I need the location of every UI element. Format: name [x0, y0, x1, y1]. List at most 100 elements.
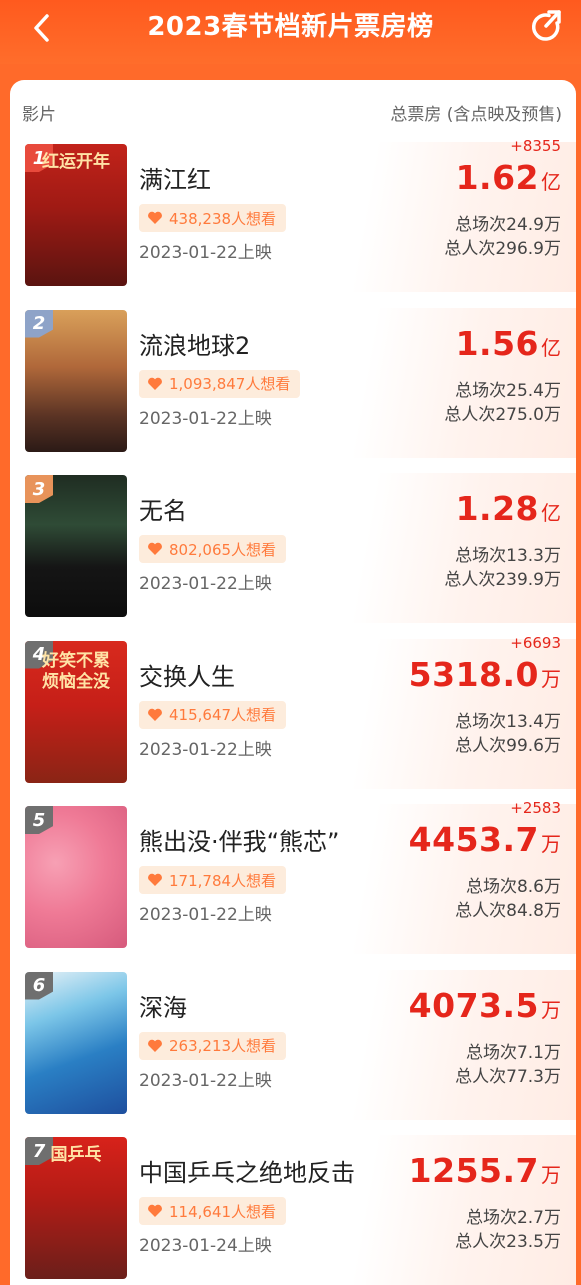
movie-row[interactable]: 5 熊出没·伴我“熊芯” 171,784人想看 2023-01-22上映 +25…: [10, 799, 576, 954]
total-viewers: 总人次275.0万: [444, 404, 561, 425]
want-to-see-count: 802,065人想看: [169, 540, 277, 559]
heart-icon: [148, 211, 162, 224]
movie-title: 流浪地球2: [139, 331, 251, 360]
total-viewers: 总人次296.9万: [444, 239, 561, 259]
box-office-unit: 万: [541, 832, 561, 856]
box-office: 5318.0 万: [409, 655, 561, 694]
box-office: 1.28 亿: [456, 489, 561, 528]
want-to-see-badge: 415,647人想看: [139, 700, 287, 729]
rank-number: 3: [32, 478, 46, 500]
total-shows: 总场次13.3万: [455, 546, 561, 566]
movie-poster[interactable]: 4 好笑不累 烦恼全没: [25, 640, 127, 783]
release-date: 2023-01-22上映: [139, 739, 272, 760]
total-shows: 总场次24.9万: [455, 215, 561, 235]
column-header: 影片 总票房 (含点映及预售): [10, 100, 576, 125]
box-office-value: 4073.5: [408, 985, 539, 1025]
box-office: 1255.7 万: [409, 1151, 561, 1190]
heart-icon: [148, 708, 162, 721]
release-date: 2023-01-22上映: [139, 408, 272, 429]
release-date: 2023-01-24上映: [139, 1236, 272, 1256]
movie-title: 中国乒乓之绝地反击: [139, 1159, 355, 1187]
top-bar: 2023春节档新片票房榜: [0, 0, 581, 64]
realtime-increment: +8355: [510, 137, 561, 155]
want-to-see-count: 1,093,847人想看: [169, 375, 291, 393]
want-to-see-badge: 114,641人想看: [139, 1197, 287, 1225]
want-to-see-badge: 438,238人想看: [139, 204, 287, 232]
box-office-unit: 亿: [541, 501, 561, 525]
box-office-unit: 万: [541, 1163, 561, 1187]
heart-icon: [148, 873, 162, 886]
realtime-increment: +2583: [510, 799, 561, 817]
rank-number: 2: [32, 313, 46, 334]
total-viewers: 总人次99.6万: [455, 735, 561, 756]
box-office-unit: 亿: [541, 335, 561, 360]
realtime-increment: +6693: [510, 633, 561, 652]
movie-title: 熊出没·伴我“熊芯”: [139, 828, 340, 856]
movie-row[interactable]: 4 好笑不累 烦恼全没 交换人生 415,647人想看 2023-01-22上映…: [10, 634, 576, 789]
share-refresh-icon: [531, 10, 561, 41]
want-to-see-badge: 171,784人想看: [139, 866, 287, 894]
box-office-unit: 万: [541, 666, 561, 691]
poster-title-text: 红运开年: [42, 152, 110, 172]
total-shows: 总场次2.7万: [465, 1208, 561, 1228]
movie-poster[interactable]: 3: [25, 475, 127, 617]
ranking-panel: 影片 总票房 (含点映及预售) 1 红运开年 满江红 438,238人想看 20…: [10, 80, 576, 1285]
heart-icon: [148, 542, 162, 555]
box-office: 4453.7 万: [409, 820, 561, 859]
total-viewers: 总人次23.5万: [455, 1232, 561, 1252]
movie-poster[interactable]: 1 红运开年: [25, 144, 127, 286]
box-office: 4073.5 万: [409, 986, 561, 1025]
movie-row[interactable]: 1 红运开年 满江红 438,238人想看 2023-01-22上映 +8355…: [10, 137, 576, 292]
movie-poster[interactable]: 2: [25, 309, 127, 452]
box-office-unit: 亿: [541, 170, 561, 194]
movie-row[interactable]: 2 流浪地球2 1,093,847人想看 2023-01-22上映 1.56 亿 …: [10, 307, 576, 458]
box-office-unit: 万: [541, 997, 561, 1022]
heart-icon: [148, 377, 162, 390]
rank-number: 6: [32, 975, 46, 996]
movie-poster[interactable]: 5: [25, 806, 127, 948]
rank-badge: 3: [25, 475, 53, 503]
box-office-value: 1.28: [455, 489, 539, 528]
poster-title-text: 国乒乓: [50, 1145, 102, 1165]
total-shows: 总场次13.4万: [455, 711, 561, 732]
total-shows: 总场次8.6万: [465, 877, 561, 897]
heart-icon: [148, 1204, 162, 1217]
movie-title: 满江红: [139, 166, 211, 194]
rank-badge: 6: [25, 971, 53, 1000]
want-to-see-count: 438,238人想看: [169, 209, 277, 228]
total-shows: 总场次25.4万: [455, 380, 561, 401]
total-viewers: 总人次84.8万: [455, 901, 561, 921]
movie-poster[interactable]: 6: [25, 971, 127, 1114]
release-date: 2023-01-22上映: [139, 574, 272, 594]
box-office-value: 1255.7: [408, 1151, 539, 1190]
want-to-see-count: 415,647人想看: [169, 706, 277, 724]
want-to-see-badge: 1,093,847人想看: [139, 369, 301, 398]
want-to-see-count: 114,641人想看: [169, 1202, 277, 1221]
want-to-see-count: 263,213人想看: [169, 1037, 277, 1055]
box-office-value: 1.56: [455, 323, 539, 363]
rank-number: 5: [32, 809, 46, 831]
movie-poster[interactable]: 7 国乒乓: [25, 1137, 127, 1279]
movie-row[interactable]: 3 无名 802,065人想看 2023-01-22上映 1.28 亿 总场次13…: [10, 473, 576, 623]
total-viewers: 总人次239.9万: [444, 570, 561, 590]
box-office-value: 5318.0: [408, 654, 539, 694]
want-to-see-count: 171,784人想看: [169, 871, 277, 890]
share-button[interactable]: [529, 10, 563, 44]
column-boxoffice-label: 总票房 (含点映及预售): [390, 105, 562, 125]
rank-badge: 5: [25, 806, 53, 834]
box-office-value: 4453.7: [408, 820, 539, 859]
movie-row[interactable]: 7 国乒乓 中国乒乓之绝地反击 114,641人想看 2023-01-24上映 …: [10, 1135, 576, 1285]
box-office: 1.62 亿: [456, 158, 561, 197]
movie-row[interactable]: 6 深海 263,213人想看 2023-01-22上映 4073.5 万 总场次…: [10, 969, 576, 1120]
box-office: 1.56 亿: [456, 324, 561, 363]
rank-badge: 2: [25, 309, 53, 338]
column-film-label: 影片: [22, 105, 56, 125]
release-date: 2023-01-22上映: [139, 243, 272, 263]
total-viewers: 总人次77.3万: [455, 1066, 561, 1087]
box-office-value: 1.62: [455, 158, 539, 197]
heart-icon: [148, 1039, 162, 1052]
want-to-see-badge: 263,213人想看: [139, 1031, 287, 1060]
release-date: 2023-01-22上映: [139, 1070, 272, 1091]
movie-title: 无名: [139, 497, 187, 525]
want-to-see-badge: 802,065人想看: [139, 535, 287, 563]
